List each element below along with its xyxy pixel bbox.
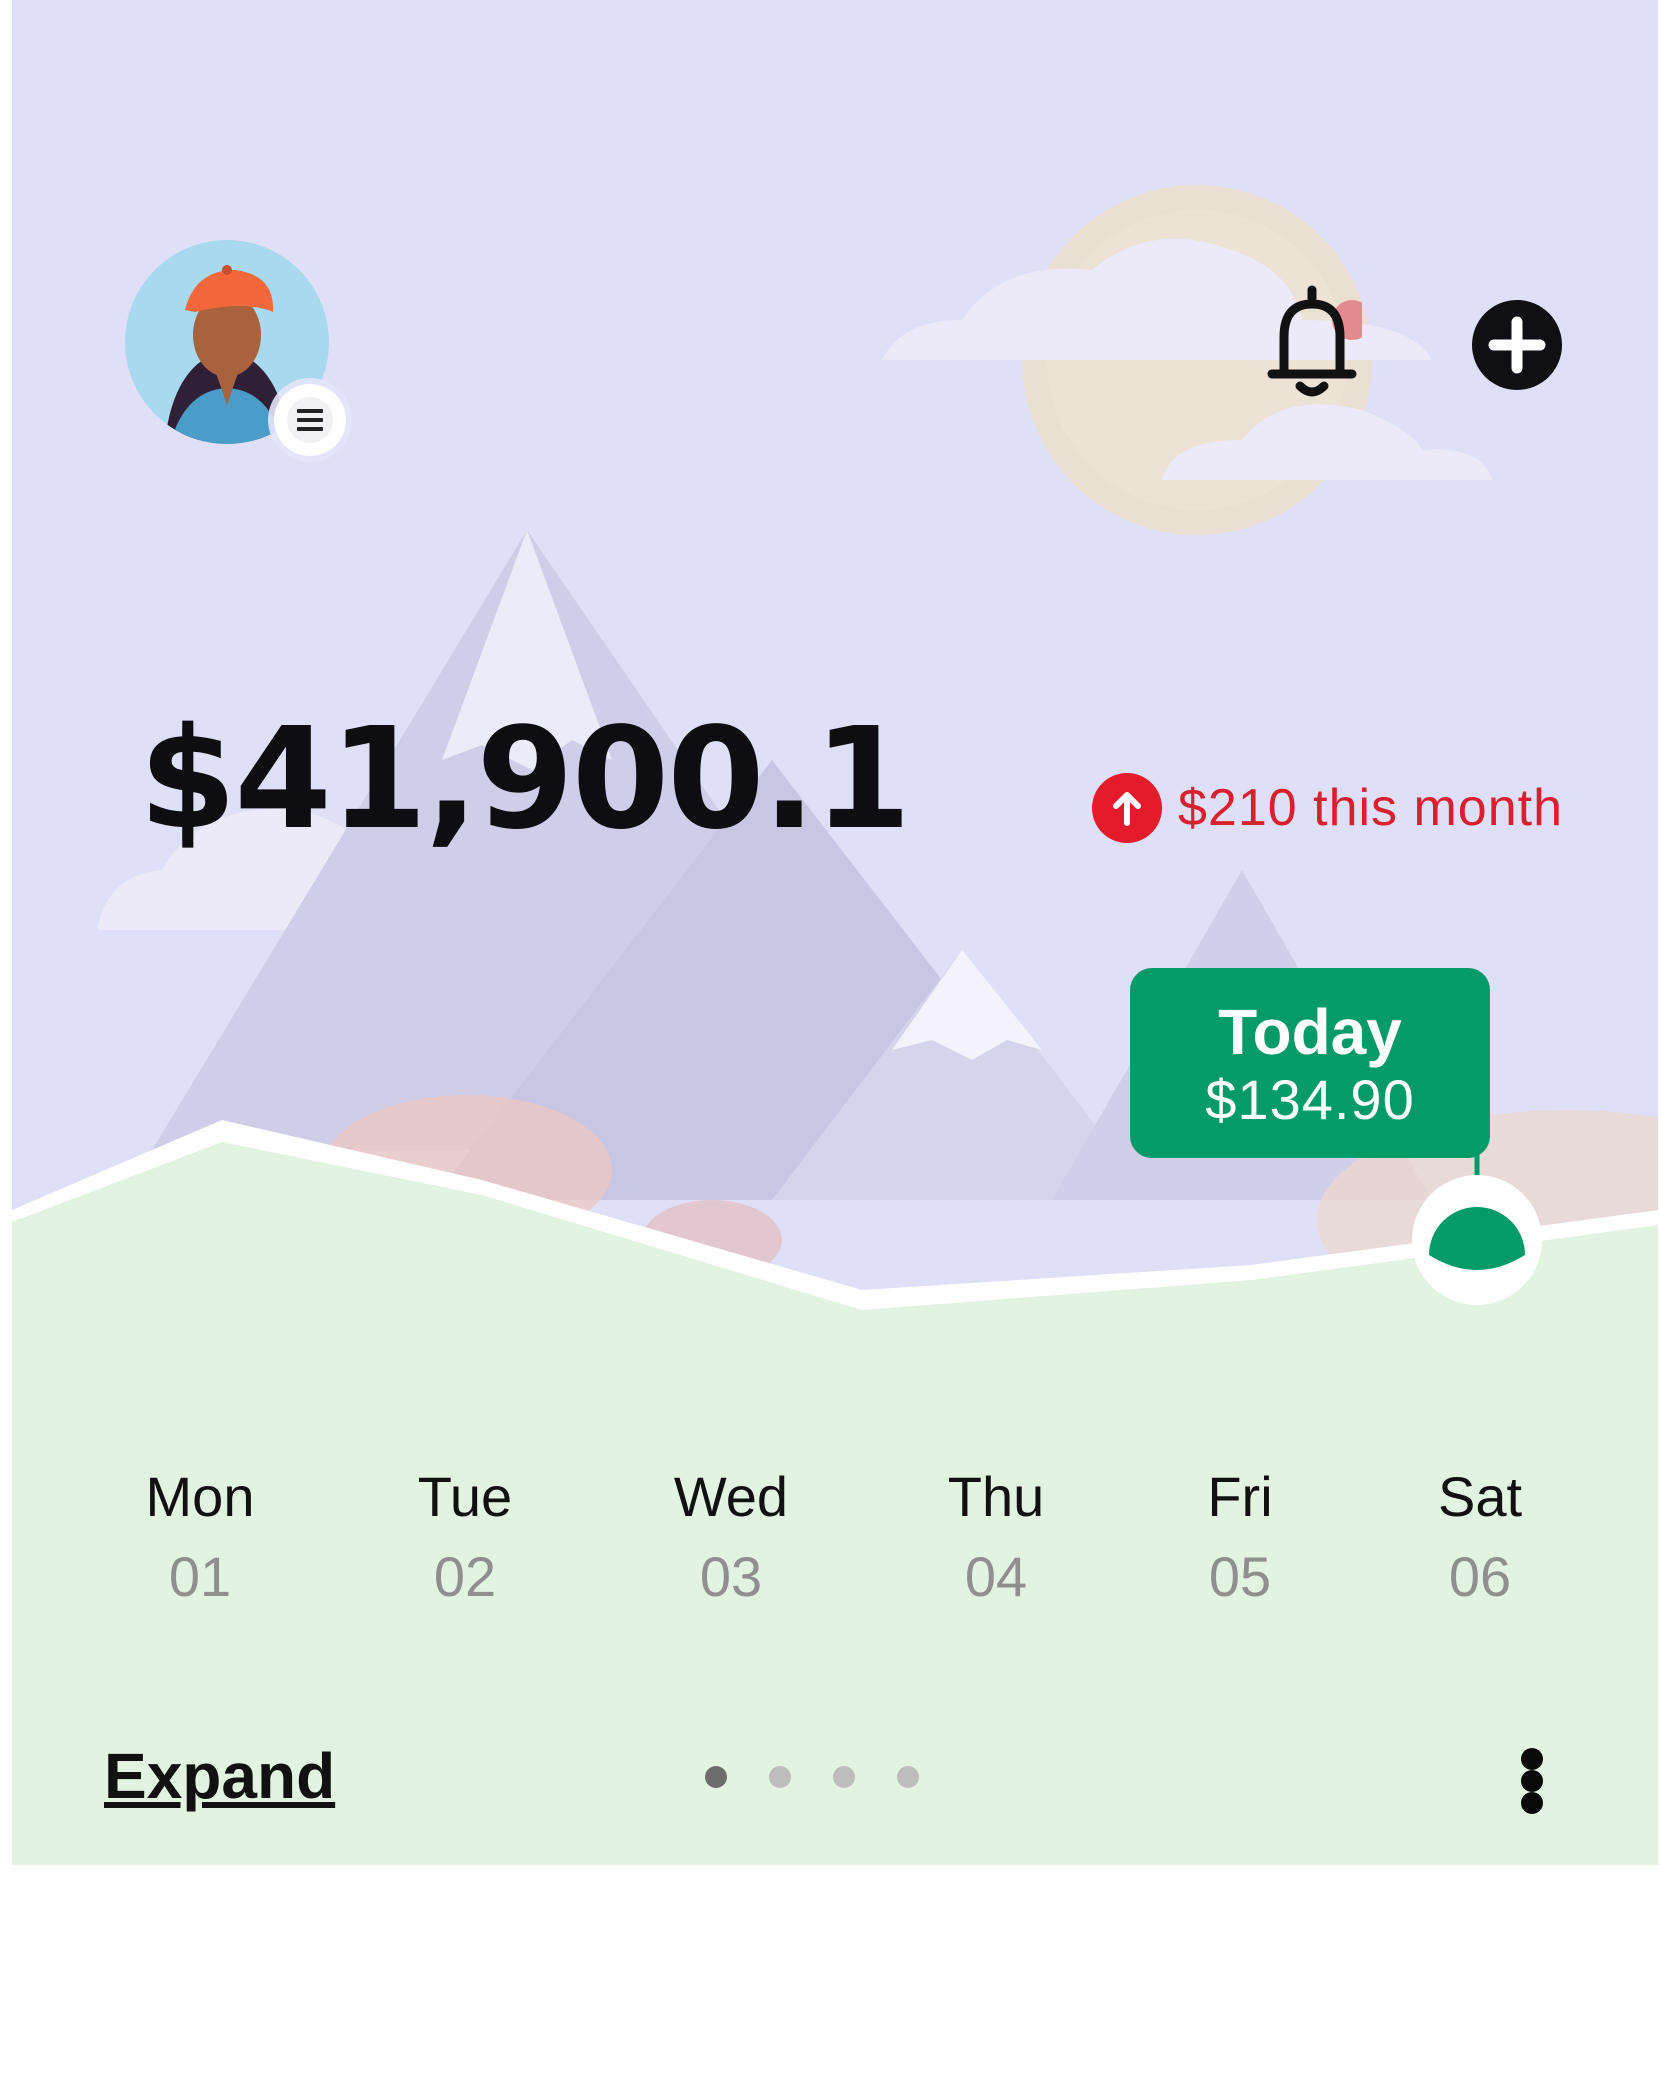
day-name: Wed <box>673 1465 789 1528</box>
page-dot[interactable] <box>705 1766 727 1788</box>
monthly-change: $210 this month <box>1092 770 1563 846</box>
day-number: 06 <box>1448 1545 1512 1608</box>
balance-amount: $41,900.1 <box>139 698 911 861</box>
balance-card: $41,900.1 $210 this month Today $134.90 … <box>12 0 1658 1865</box>
day-number: 02 <box>433 1545 497 1608</box>
day-fri[interactable]: Fri 05 <box>1140 1462 1340 1612</box>
monthly-change-label: $210 this month <box>1178 779 1564 837</box>
page-dot[interactable] <box>897 1766 919 1788</box>
add-button[interactable] <box>1472 300 1562 390</box>
today-title: Today <box>1218 996 1402 1068</box>
expand-link[interactable]: Expand <box>104 1736 335 1816</box>
day-name: Fri <box>1207 1465 1273 1528</box>
arrow-up-icon <box>1092 773 1162 843</box>
today-tooltip: Today $134.90 <box>1130 968 1490 1158</box>
day-number: 01 <box>168 1545 232 1608</box>
today-value: $134.90 <box>1205 1068 1415 1131</box>
day-number: 03 <box>699 1545 763 1608</box>
notifications-button[interactable] <box>1262 282 1372 402</box>
day-wed[interactable]: Wed 03 <box>631 1462 831 1612</box>
day-name: Tue <box>417 1465 513 1528</box>
bell-icon <box>1267 285 1372 397</box>
day-sat[interactable]: Sat 06 <box>1380 1462 1580 1612</box>
day-name: Thu <box>947 1465 1045 1528</box>
hamburger-icon <box>287 397 333 443</box>
day-thu[interactable]: Thu 04 <box>896 1462 1096 1612</box>
day-name: Mon <box>145 1465 255 1528</box>
day-tue[interactable]: Tue 02 <box>365 1462 565 1612</box>
menu-button[interactable] <box>274 384 346 456</box>
more-options-button[interactable] <box>1512 1740 1552 1820</box>
plus-icon <box>1488 316 1546 374</box>
day-mon[interactable]: Mon 01 <box>100 1462 300 1612</box>
day-name: Sat <box>1437 1465 1523 1528</box>
page-dot[interactable] <box>833 1766 855 1788</box>
day-number: 05 <box>1208 1545 1272 1608</box>
day-number: 04 <box>964 1545 1028 1608</box>
page-dot[interactable] <box>769 1766 791 1788</box>
